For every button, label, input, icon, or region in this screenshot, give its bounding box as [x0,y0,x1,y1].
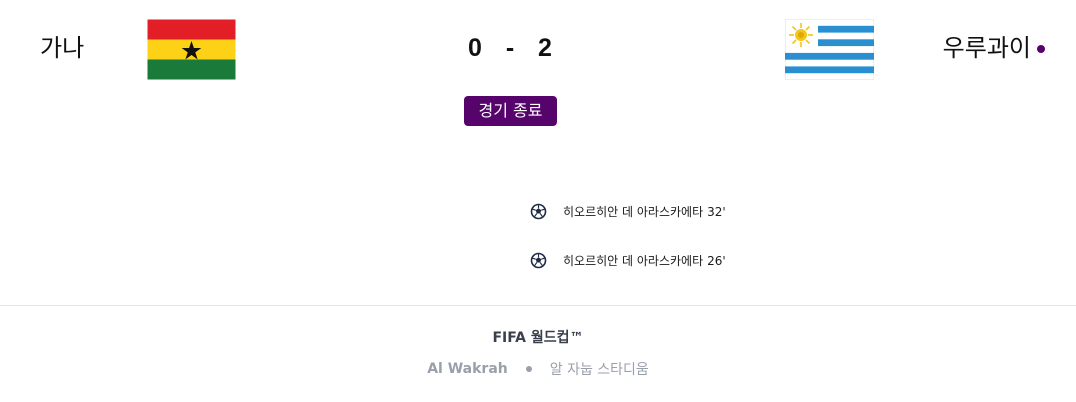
scoreboard: 0 - 2 [460,34,560,63]
goal-event: 히오르히안 데 아라스카에타 32' [530,203,726,220]
divider [0,305,1076,306]
goal-minute: 26' [707,253,726,268]
goal-scorer: 히오르히안 데 아라스카에타 [563,205,704,219]
venue-stadium: 알 자눕 스타디움 [549,362,649,378]
away-score: 2 [538,34,552,62]
ghana-flag-icon [147,19,236,80]
uruguay-flag-icon [785,19,874,80]
score-separator: - [505,34,515,62]
goal-scorer: 히오르히안 데 아라스카에타 [563,254,704,268]
venue-info: Al Wakrah 알 자눕 스타디움 [0,359,1076,379]
match-status-badge: 경기 종료 [464,96,557,126]
winner-indicator-dot [1037,45,1045,53]
goal-minute: 32' [707,204,726,219]
venue-city: Al Wakrah [427,361,508,377]
home-team-name[interactable]: 가나 [40,31,84,65]
goal-event: 히오르히안 데 아라스카에타 26' [530,252,726,269]
away-team-name[interactable]: 우루과이 [943,31,1031,65]
competition-name[interactable]: FIFA 월드컵™ [0,327,1076,347]
soccer-ball-icon [530,203,547,220]
separator-dot [525,366,532,372]
match-card: 가나 0 - 2 경기 종료 우루과이 히오르히안 데 아라스카에타 32' 히… [0,0,1076,402]
home-score: 0 [468,34,482,62]
soccer-ball-icon [530,252,547,269]
